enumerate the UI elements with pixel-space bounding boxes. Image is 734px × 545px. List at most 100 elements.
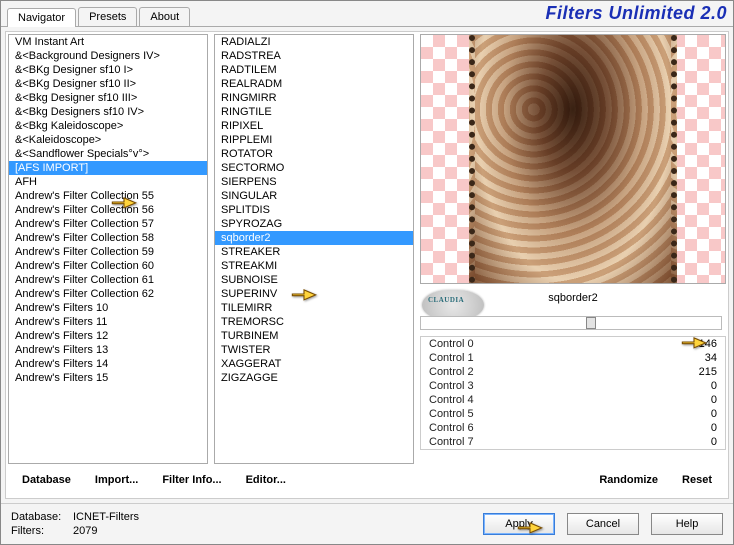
category-list[interactable]: VM Instant Art&<Background Designers IV>… (8, 34, 208, 464)
list-item[interactable]: RIPIXEL (215, 119, 413, 133)
list-item[interactable]: SPYROZAG (215, 217, 413, 231)
list-item[interactable]: Andrew's Filter Collection 60 (9, 259, 207, 273)
control-label: Control 3 (429, 380, 474, 392)
list-item[interactable]: SINGULAR (215, 189, 413, 203)
list-item[interactable]: &<Bkg Designer sf10 III> (9, 91, 207, 105)
control-row[interactable]: Control 7 0 (421, 435, 725, 449)
control-value: 0 (681, 422, 717, 434)
help-button[interactable]: Help (651, 513, 723, 535)
list-item[interactable]: SUBNOISE (215, 273, 413, 287)
control-value: 215 (681, 366, 717, 378)
list-item[interactable]: REALRADM (215, 77, 413, 91)
list-item[interactable]: TWISTER (215, 343, 413, 357)
list-item[interactable]: SUPERINV (215, 287, 413, 301)
toolbar: Database Import... Filter Info... Editor… (8, 464, 726, 496)
control-row[interactable]: Control 6 0 (421, 421, 725, 435)
preview-slider[interactable] (420, 316, 726, 332)
list-item[interactable]: STREAKER (215, 245, 413, 259)
list-item[interactable]: &<Bkg Designers sf10 IV> (9, 105, 207, 119)
status-database-value: ICNET-Filters (73, 511, 139, 523)
list-item[interactable]: Andrew's Filters 15 (9, 371, 207, 385)
list-item[interactable]: TILEMIRR (215, 301, 413, 315)
list-item[interactable]: &<BKg Designer sf10 II> (9, 77, 207, 91)
control-label: Control 5 (429, 408, 474, 420)
control-row[interactable]: Control 2215 (421, 365, 725, 379)
control-value: 0 (681, 394, 717, 406)
list-item[interactable]: Andrew's Filters 11 (9, 315, 207, 329)
database-button[interactable]: Database (12, 470, 81, 490)
preview-slider-thumb[interactable] (586, 317, 596, 329)
dialog-buttons: Apply Cancel Help (483, 513, 723, 535)
list-item[interactable]: ZIGZAGGE (215, 371, 413, 385)
control-value: 34 (681, 352, 717, 364)
list-item[interactable]: ROTATOR (215, 147, 413, 161)
control-label: Control 4 (429, 394, 474, 406)
list-item[interactable]: &<Bkg Kaleidoscope> (9, 119, 207, 133)
preview-slider-track[interactable] (420, 316, 722, 330)
list-item[interactable]: [AFS IMPORT] (9, 161, 207, 175)
control-label: Control 6 (429, 422, 474, 434)
list-item[interactable]: &<Kaleidoscope> (9, 133, 207, 147)
editor-button[interactable]: Editor... (236, 470, 296, 490)
tab-bar: Navigator Presets About Filters Unlimite… (1, 1, 733, 27)
preview-area (420, 34, 726, 284)
control-value: 146 (681, 338, 717, 350)
list-item[interactable]: Andrew's Filters 13 (9, 343, 207, 357)
tab-navigator[interactable]: Navigator (7, 8, 76, 27)
list-item[interactable]: &<BKg Designer sf10 I> (9, 63, 207, 77)
control-row[interactable]: Control 30 (421, 379, 725, 393)
control-label: Control 7 (429, 436, 474, 448)
control-value: 0 (681, 436, 717, 448)
list-item[interactable]: SPLITDIS (215, 203, 413, 217)
cancel-button[interactable]: Cancel (567, 513, 639, 535)
list-item[interactable]: RADIALZI (215, 35, 413, 49)
list-item[interactable]: AFH (9, 175, 207, 189)
list-item[interactable]: Andrew's Filters 10 (9, 301, 207, 315)
tab-presets[interactable]: Presets (78, 7, 137, 26)
list-item[interactable]: sqborder2 (215, 231, 413, 245)
list-item[interactable]: STREAKMI (215, 259, 413, 273)
parameter-controls: Control 0146Control 134Control 2215Contr… (420, 336, 726, 450)
selected-filter-label: CLAUDIA sqborder2 (420, 288, 726, 312)
list-item[interactable]: TREMORSC (215, 315, 413, 329)
watermark: CLAUDIA (428, 296, 464, 304)
apply-button[interactable]: Apply (483, 513, 555, 535)
list-item[interactable]: Andrew's Filter Collection 62 (9, 287, 207, 301)
list-item[interactable]: Andrew's Filter Collection 61 (9, 273, 207, 287)
filter-list[interactable]: RADIALZIRADSTREARADTILEMREALRADMRINGMIRR… (214, 34, 414, 464)
list-item[interactable]: Andrew's Filters 14 (9, 357, 207, 371)
filter-info-button[interactable]: Filter Info... (152, 470, 231, 490)
list-item[interactable]: RADTILEM (215, 63, 413, 77)
randomize-button[interactable]: Randomize (589, 470, 668, 490)
list-item[interactable]: SECTORMO (215, 161, 413, 175)
list-item[interactable]: SIERPENS (215, 175, 413, 189)
control-row[interactable]: Control 0146 (421, 337, 725, 351)
control-row[interactable]: Control 4 0 (421, 393, 725, 407)
list-item[interactable]: Andrew's Filter Collection 55 (9, 189, 207, 203)
list-item[interactable]: VM Instant Art (9, 35, 207, 49)
control-label: Control 1 (429, 352, 474, 364)
list-item[interactable]: Andrew's Filter Collection 57 (9, 217, 207, 231)
list-item[interactable]: XAGGERAT (215, 357, 413, 371)
list-item[interactable]: Andrew's Filter Collection 56 (9, 203, 207, 217)
import-button[interactable]: Import... (85, 470, 148, 490)
status-filters-value: 2079 (73, 525, 97, 537)
control-row[interactable]: Control 50 (421, 407, 725, 421)
list-item[interactable]: RINGTILE (215, 105, 413, 119)
list-item[interactable]: RINGMIRR (215, 91, 413, 105)
list-item[interactable]: &<Sandflower Specials°v°> (9, 147, 207, 161)
list-item[interactable]: TURBINEM (215, 329, 413, 343)
tab-about[interactable]: About (139, 7, 190, 26)
dialog-window: Navigator Presets About Filters Unlimite… (0, 0, 734, 545)
list-item[interactable]: Andrew's Filter Collection 59 (9, 245, 207, 259)
list-item[interactable]: RIPPLEMI (215, 133, 413, 147)
list-item[interactable]: RADSTREA (215, 49, 413, 63)
list-item[interactable]: Andrew's Filters 12 (9, 329, 207, 343)
list-item[interactable]: Andrew's Filter Collection 58 (9, 231, 207, 245)
control-row[interactable]: Control 1 34 (421, 351, 725, 365)
status-info: Database:ICNET-Filters Filters:2079 (11, 510, 139, 538)
list-item[interactable]: &<Background Designers IV> (9, 49, 207, 63)
right-pane: CLAUDIA sqborder2 Control 0146Control 1 3… (420, 34, 726, 464)
reset-button[interactable]: Reset (672, 470, 722, 490)
selected-filter-name: sqborder2 (548, 292, 598, 304)
